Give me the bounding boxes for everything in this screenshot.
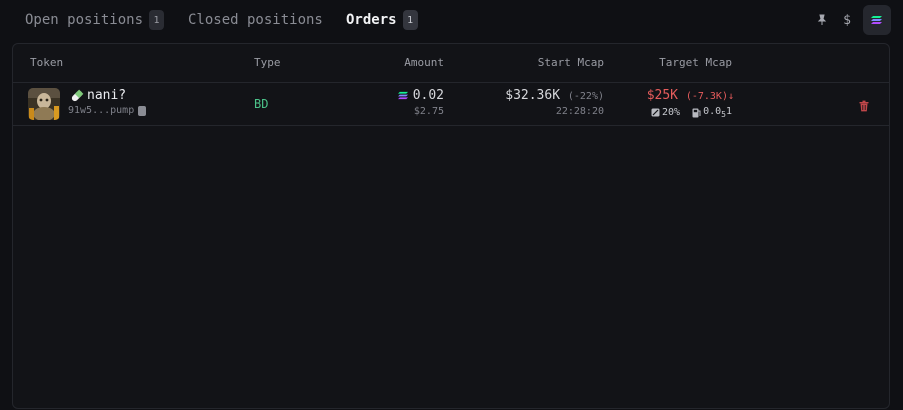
order-settings: 20% 0.051 [651, 106, 732, 119]
order-type: BD [254, 97, 269, 111]
fee-prefix: 0.0 [703, 106, 722, 117]
amount-sol: 0.02 [397, 88, 444, 103]
amount-sol-value: 0.02 [412, 88, 444, 103]
tab-open-positions-label: Open positions [25, 12, 144, 28]
tab-bar: Open positions 1 Closed positions Orders… [0, 0, 903, 40]
solana-toggle[interactable] [863, 5, 891, 35]
token-address-label: 91w5...pump [68, 105, 135, 116]
slippage-value: 20% [662, 107, 681, 118]
gas-icon [692, 108, 701, 117]
col-target-mcap: Target Mcap [659, 56, 732, 69]
token-name-label: nani? [87, 88, 127, 103]
pin-icon[interactable] [814, 9, 830, 31]
cancel-order-button[interactable] [858, 97, 870, 116]
fee-value: 0.051 [703, 106, 732, 119]
col-type: Type [254, 56, 281, 69]
tab-closed-positions[interactable]: Closed positions [188, 10, 323, 30]
target-mcap-value: $25K [646, 88, 678, 103]
col-amount: Amount [404, 56, 444, 69]
token-address: 91w5...pump [68, 105, 147, 116]
fee-suffix: 1 [725, 106, 732, 117]
target-mcap: $25K (-7.3K)↓ [647, 88, 734, 103]
pill-icon [71, 89, 84, 101]
tab-open-positions[interactable]: Open positions 1 [25, 10, 165, 30]
start-mcap-value: $32.36K [505, 88, 561, 103]
token-avatar[interactable] [28, 88, 60, 120]
dollar-toggle[interactable]: $ [840, 9, 854, 31]
table-row[interactable]: nani? 91w5...pump BD 0.02 $2.75 $32.36K … [13, 83, 889, 126]
copy-icon[interactable] [138, 105, 147, 116]
tab-closed-positions-label: Closed positions [188, 12, 323, 28]
tab-open-positions-count: 1 [149, 10, 165, 30]
start-time: 22:28:20 [555, 106, 604, 117]
solana-icon [871, 16, 882, 24]
token-name[interactable]: nani? [70, 88, 126, 103]
table-header: Token Type Amount Start Mcap Target Mcap [13, 44, 889, 83]
tab-orders[interactable]: Orders 1 [346, 10, 418, 30]
col-start-mcap: Start Mcap [537, 56, 604, 69]
solana-icon [397, 91, 408, 100]
slippage-icon [651, 108, 660, 117]
trash-icon [859, 100, 869, 112]
start-mcap-change: (-22%) [567, 91, 604, 102]
tab-orders-count: 1 [402, 10, 418, 30]
orders-table: Token Type Amount Start Mcap Target Mcap [12, 43, 890, 409]
dollar-label: $ [843, 12, 851, 28]
col-token: Token [30, 56, 64, 69]
tab-orders-label: Orders [346, 12, 397, 28]
amount-usd: $2.75 [413, 106, 444, 117]
target-mcap-change: (-7.3K)↓ [685, 91, 734, 102]
start-mcap: $32.36K (-22%) [505, 88, 604, 103]
